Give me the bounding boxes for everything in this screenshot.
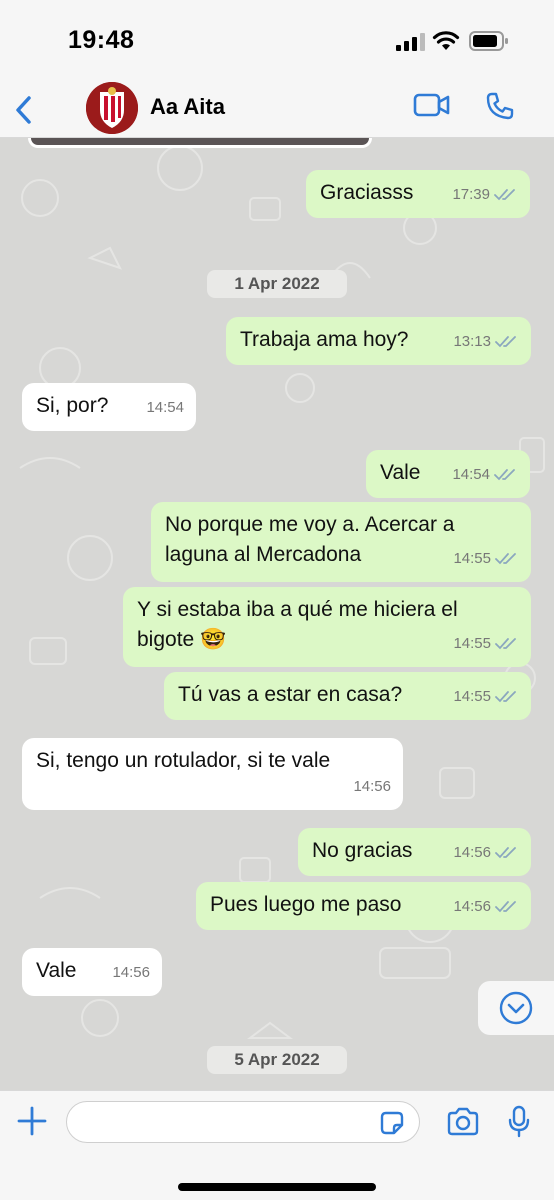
- chat-header: Aa Aita: [0, 82, 554, 138]
- message-time: 14:56: [112, 964, 150, 981]
- chevron-down-circle-icon: [499, 991, 533, 1025]
- sticker-icon: [380, 1111, 404, 1135]
- team-crest-icon: [86, 82, 138, 134]
- media-message-preview[interactable]: [28, 138, 372, 148]
- message-meta: 14:56: [453, 892, 519, 922]
- back-button[interactable]: [8, 90, 38, 130]
- composer-bar: [0, 1090, 554, 1200]
- sticker-button[interactable]: [378, 1109, 406, 1142]
- scroll-to-bottom-button[interactable]: [478, 981, 554, 1035]
- message-meta: 14:54: [146, 393, 184, 423]
- message-meta: 13:13: [453, 327, 519, 357]
- voice-call-button[interactable]: [484, 90, 516, 127]
- message-text: Si, tengo un rotulador, si te vale: [36, 749, 331, 772]
- message-bubble-outgoing[interactable]: Pues luego me paso 14:56: [196, 882, 531, 930]
- message-time: 14:55: [453, 688, 491, 705]
- status-time: 19:48: [68, 26, 135, 54]
- chat-area[interactable]: Graciasss 17:39 1 Apr 2022 Trabaja ama h…: [0, 138, 554, 1090]
- read-receipt-icon: [495, 847, 516, 859]
- message-meta: 17:39: [452, 180, 518, 210]
- read-receipt-icon: [495, 638, 516, 650]
- message-meta: 14:56: [453, 838, 519, 868]
- message-time: 14:54: [452, 466, 490, 483]
- message-meta: 14:56: [353, 772, 391, 802]
- date-separator: 1 Apr 2022: [207, 270, 347, 298]
- cellular-signal-icon: [396, 33, 425, 51]
- message-time: 14:56: [353, 778, 391, 795]
- read-receipt-icon: [495, 901, 516, 913]
- message-time: 14:56: [453, 844, 491, 861]
- read-receipt-icon: [495, 691, 516, 703]
- status-bar: 19:48: [0, 0, 554, 82]
- chevron-left-icon: [16, 96, 31, 124]
- message-bubble-outgoing[interactable]: Trabaja ama hoy? 13:13: [226, 317, 531, 365]
- message-time: 14:55: [453, 635, 491, 652]
- attach-button[interactable]: [16, 1105, 48, 1142]
- microphone-icon: [508, 1105, 530, 1138]
- message-bubble-outgoing[interactable]: No gracias 14:56: [298, 828, 531, 876]
- message-bubble-incoming[interactable]: Vale 14:56: [22, 948, 162, 996]
- contact-name[interactable]: Aa Aita: [150, 94, 225, 120]
- message-time: 14:56: [453, 898, 491, 915]
- battery-icon: [469, 31, 508, 51]
- camera-icon: [447, 1107, 479, 1136]
- read-receipt-icon: [495, 336, 516, 348]
- message-time: 14:54: [146, 399, 184, 416]
- home-indicator: [178, 1183, 376, 1191]
- message-time: 17:39: [452, 186, 490, 203]
- message-bubble-outgoing[interactable]: Vale 14:54: [366, 450, 530, 498]
- message-meta: 14:54: [452, 460, 518, 490]
- phone-icon: [486, 92, 514, 120]
- date-separator: 5 Apr 2022: [207, 1046, 347, 1074]
- video-call-button[interactable]: [413, 92, 451, 123]
- message-time: 14:55: [453, 550, 491, 567]
- message-meta: 14:55: [453, 682, 519, 712]
- message-time: 13:13: [453, 333, 491, 350]
- message-bubble-outgoing[interactable]: Y si estaba iba a qué me hiciera el bigo…: [123, 587, 531, 667]
- read-receipt-icon: [494, 469, 515, 481]
- date-label: 1 Apr 2022: [234, 274, 320, 293]
- message-bubble-incoming[interactable]: Si, tengo un rotulador, si te vale 14:56: [22, 738, 403, 810]
- message-meta: 14:55: [453, 544, 519, 574]
- message-input[interactable]: [66, 1101, 420, 1143]
- wifi-icon: [432, 31, 460, 50]
- read-receipt-icon: [495, 553, 516, 565]
- message-meta: 14:56: [112, 958, 150, 988]
- video-camera-icon: [413, 93, 450, 117]
- read-receipt-icon: [494, 189, 515, 201]
- avatar[interactable]: [86, 82, 138, 134]
- date-label: 5 Apr 2022: [234, 1050, 320, 1069]
- message-bubble-outgoing[interactable]: Tú vas a estar en casa? 14:55: [164, 672, 531, 720]
- voice-message-button[interactable]: [506, 1105, 532, 1144]
- message-bubble-outgoing[interactable]: Graciasss 17:39: [306, 170, 530, 218]
- plus-icon: [17, 1106, 47, 1136]
- message-meta: 14:55: [453, 629, 519, 659]
- message-bubble-incoming[interactable]: Si, por? 14:54: [22, 383, 196, 431]
- camera-button[interactable]: [446, 1107, 480, 1142]
- message-bubble-outgoing[interactable]: No porque me voy a. Acercar a laguna al …: [151, 502, 531, 582]
